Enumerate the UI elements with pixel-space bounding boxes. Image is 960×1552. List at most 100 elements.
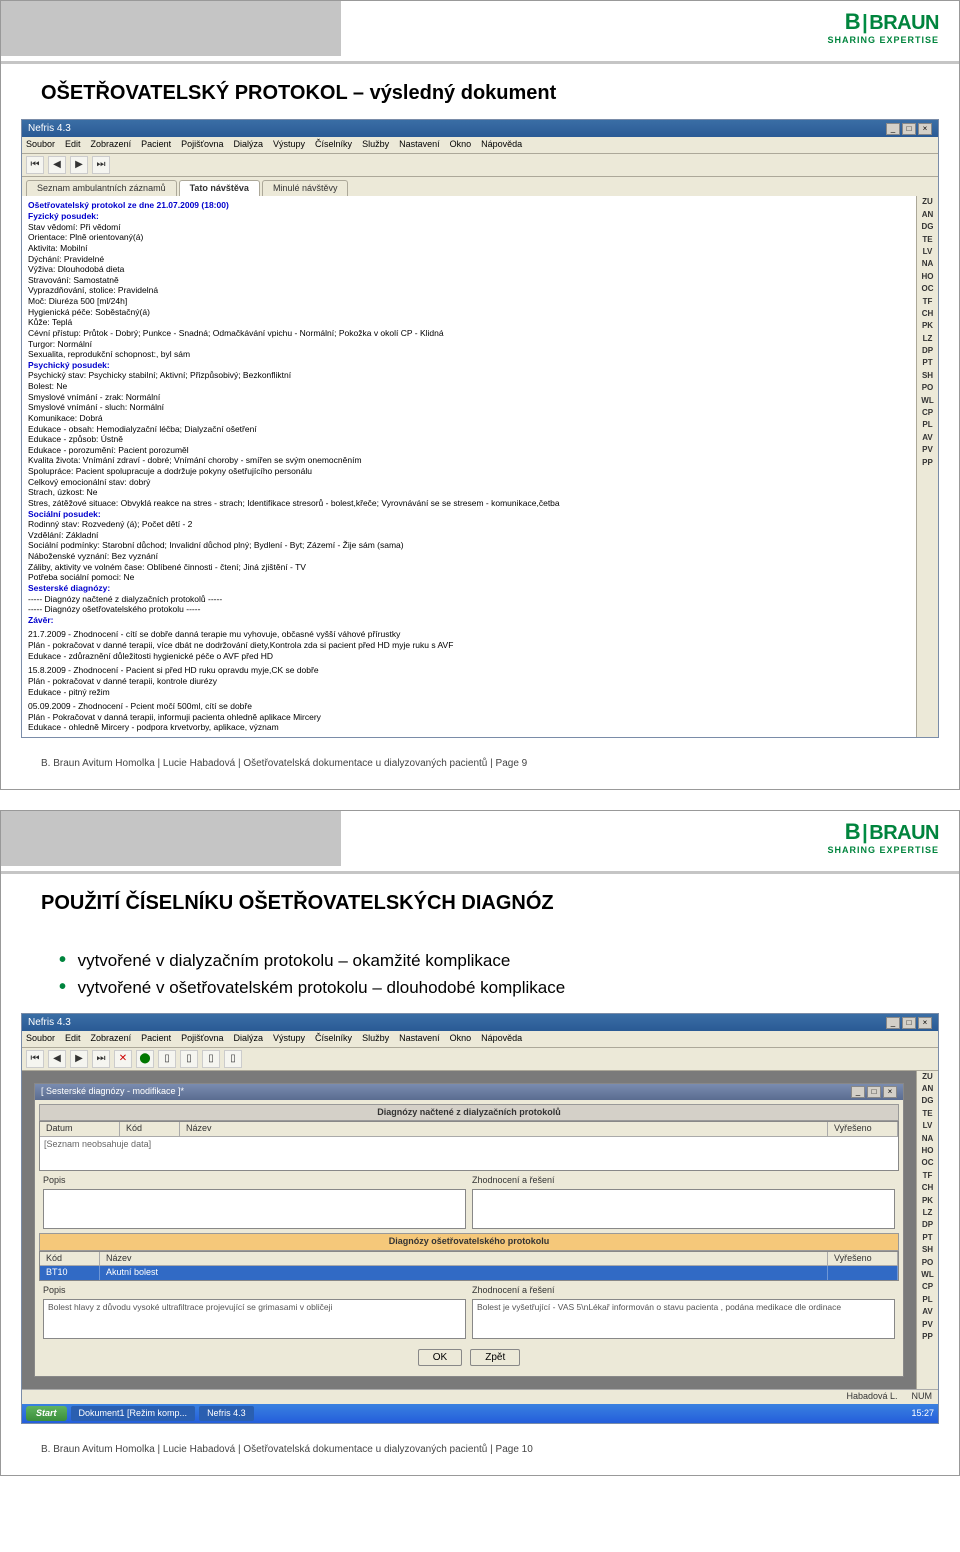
field-zhod-2[interactable]: Bolest je vyšetřující - VAS 5\nLékař inf… [472, 1299, 895, 1339]
sidebar-code[interactable]: DG [917, 1095, 938, 1107]
menu-item[interactable]: Zobrazení [91, 1033, 132, 1045]
nav-first-icon[interactable]: ⏮ [26, 1050, 44, 1068]
sidebar-code[interactable]: AN [917, 1083, 938, 1095]
menu-item[interactable]: Pacient [141, 1033, 171, 1045]
sidebar-code[interactable]: PV [917, 444, 938, 456]
sidebar-code[interactable]: CH [917, 308, 938, 320]
tool-icon[interactable]: ▯ [180, 1050, 198, 1068]
sidebar-code[interactable]: OC [917, 1157, 938, 1169]
col-code[interactable]: Kód [120, 1122, 180, 1136]
tab-current[interactable]: Tato návštěva [179, 180, 260, 197]
menu-item[interactable]: Služby [362, 139, 389, 151]
sidebar-code[interactable]: LV [917, 246, 938, 258]
sidebar-code[interactable]: ZU [917, 1071, 938, 1083]
sidebar-code[interactable]: HO [917, 1145, 938, 1157]
col-resolved[interactable]: Vyřešeno [828, 1122, 898, 1136]
menu-item[interactable]: Nápověda [481, 1033, 522, 1045]
col-resolved[interactable]: Vyřešeno [828, 1252, 898, 1266]
close-icon[interactable]: × [883, 1086, 897, 1098]
tab-list[interactable]: Seznam ambulantních záznamů [26, 180, 177, 197]
sidebar-code[interactable]: LZ [917, 1207, 938, 1219]
col-code[interactable]: Kód [40, 1252, 100, 1266]
sidebar-code[interactable]: TE [917, 1108, 938, 1120]
close-icon[interactable]: × [918, 123, 932, 135]
menu-item[interactable]: Soubor [26, 1033, 55, 1045]
menu-item[interactable]: Číselníky [315, 1033, 352, 1045]
menu-item[interactable]: Zobrazení [91, 139, 132, 151]
sidebar-code[interactable]: TF [917, 1170, 938, 1182]
sidebar-code[interactable]: LZ [917, 333, 938, 345]
task-item[interactable]: Nefris 4.3 [199, 1406, 254, 1422]
sidebar-code[interactable]: OC [917, 283, 938, 295]
menu-item[interactable]: Pojišťovna [181, 1033, 223, 1045]
sidebar-code[interactable]: CP [917, 1281, 938, 1293]
sidebar-code[interactable]: DP [917, 345, 938, 357]
tool-icon[interactable]: ▯ [158, 1050, 176, 1068]
tool-icon[interactable]: ▯ [224, 1050, 242, 1068]
sidebar-code[interactable]: ZU [917, 196, 938, 208]
sidebar-code[interactable]: PP [917, 457, 938, 469]
tool-icon[interactable]: ▯ [202, 1050, 220, 1068]
nav-prev-icon[interactable]: ◀ [48, 1050, 66, 1068]
sidebar-code[interactable]: CP [917, 407, 938, 419]
start-button[interactable]: Start [26, 1406, 67, 1422]
menu-item[interactable]: Nápověda [481, 139, 522, 151]
grid-1[interactable]: Datum Kód Název Vyřešeno [Seznam neobsah… [39, 1121, 899, 1171]
sidebar-code[interactable]: HO [917, 271, 938, 283]
sidebar-code[interactable]: AV [917, 1306, 938, 1318]
sidebar-code[interactable]: WL [917, 1269, 938, 1281]
sidebar-code[interactable]: NA [917, 258, 938, 270]
sidebar-code[interactable]: PT [917, 357, 938, 369]
sidebar-code[interactable]: CH [917, 1182, 938, 1194]
maximize-icon[interactable]: □ [902, 123, 916, 135]
menu-item[interactable]: Číselníky [315, 139, 352, 151]
sidebar-code[interactable]: TE [917, 234, 938, 246]
sidebar-code[interactable]: SH [917, 1244, 938, 1256]
sidebar-code[interactable]: PO [917, 382, 938, 394]
minimize-icon[interactable]: _ [886, 1017, 900, 1029]
grid-2[interactable]: Kód Název Vyřešeno BT10 Akutní bolest [39, 1251, 899, 1281]
menu-item[interactable]: Výstupy [273, 1033, 305, 1045]
col-name[interactable]: Název [180, 1122, 828, 1136]
menu-item[interactable]: Okno [450, 1033, 472, 1045]
sidebar-code[interactable]: NA [917, 1133, 938, 1145]
table-row[interactable]: BT10 Akutní bolest [40, 1266, 898, 1280]
sidebar-code[interactable]: PP [917, 1331, 938, 1343]
minimize-icon[interactable]: _ [886, 123, 900, 135]
menu-item[interactable]: Služby [362, 1033, 389, 1045]
nav-prev-icon[interactable]: ◀ [48, 156, 66, 174]
field-zhod-1[interactable] [472, 1189, 895, 1229]
back-button[interactable]: Zpět [470, 1349, 520, 1366]
cross-icon[interactable]: ✕ [114, 1050, 132, 1068]
menu-item[interactable]: Soubor [26, 139, 55, 151]
sidebar-code[interactable]: PK [917, 1195, 938, 1207]
sidebar-code[interactable]: DP [917, 1219, 938, 1231]
maximize-icon[interactable]: □ [902, 1017, 916, 1029]
field-popis-2[interactable]: Bolest hlavy z důvodu vysoké ultrafiltra… [43, 1299, 466, 1339]
menu-item[interactable]: Dialýza [234, 139, 264, 151]
sidebar-code[interactable]: PT [917, 1232, 938, 1244]
col-date[interactable]: Datum [40, 1122, 120, 1136]
sidebar-code[interactable]: PV [917, 1319, 938, 1331]
sidebar-code[interactable]: PO [917, 1257, 938, 1269]
menu-item[interactable]: Dialýza [234, 1033, 264, 1045]
sidebar-code[interactable]: TF [917, 296, 938, 308]
task-item[interactable]: Dokument1 [Režim komp... [71, 1406, 196, 1422]
tab-past[interactable]: Minulé návštěvy [262, 180, 349, 197]
menu-item[interactable]: Edit [65, 139, 81, 151]
sidebar-code[interactable]: SH [917, 370, 938, 382]
sidebar-code[interactable]: DG [917, 221, 938, 233]
nav-last-icon[interactable]: ⏭ [92, 156, 110, 174]
sidebar-code[interactable]: WL [917, 395, 938, 407]
menu-item[interactable]: Nastavení [399, 139, 440, 151]
nav-last-icon[interactable]: ⏭ [92, 1050, 110, 1068]
ok-button[interactable]: OK [418, 1349, 462, 1366]
menu-item[interactable]: Pojišťovna [181, 139, 223, 151]
col-name[interactable]: Název [100, 1252, 828, 1266]
menu-item[interactable]: Okno [450, 139, 472, 151]
minimize-icon[interactable]: _ [851, 1086, 865, 1098]
menu-item[interactable]: Edit [65, 1033, 81, 1045]
sidebar-code[interactable]: PL [917, 1294, 938, 1306]
menu-item[interactable]: Výstupy [273, 139, 305, 151]
menu-item[interactable]: Pacient [141, 139, 171, 151]
